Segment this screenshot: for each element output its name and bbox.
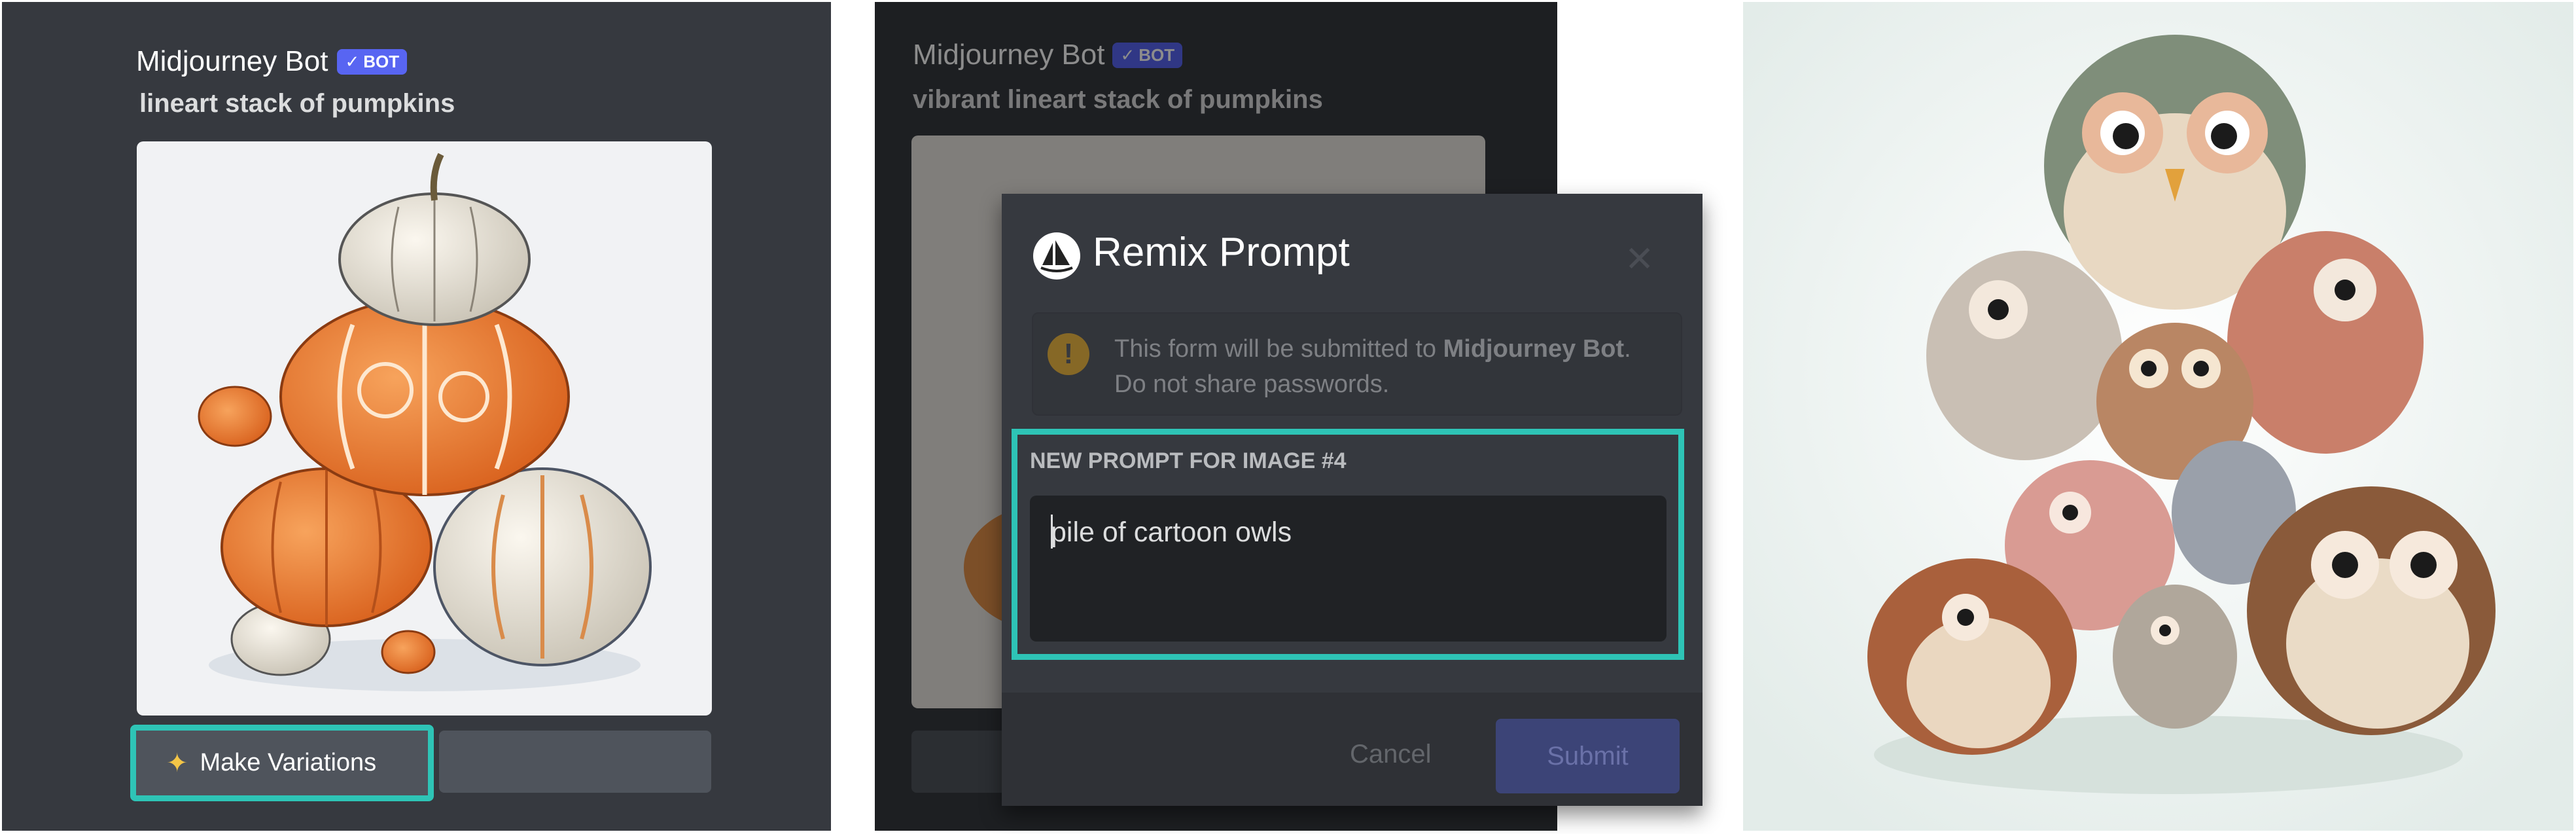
make-variations-label: Make Variations — [200, 749, 377, 776]
cancel-button[interactable]: Cancel — [1350, 740, 1432, 769]
close-icon[interactable]: ✕ — [1625, 238, 1654, 280]
new-prompt-field-group: NEW PROMPT FOR IMAGE #4 pile of cartoon … — [1012, 429, 1684, 660]
owl-pile-illustration — [1743, 2, 2573, 831]
field-label: NEW PROMPT FOR IMAGE #4 — [1030, 448, 1347, 473]
warning-icon: ! — [1048, 333, 1089, 375]
generated-image-pumpkins[interactable] — [137, 141, 712, 716]
generated-image-owls — [1743, 2, 2573, 831]
pumpkin-stack-illustration — [198, 153, 652, 691]
warning-text-suffix: . — [1624, 335, 1631, 363]
magic-wand-icon: ✦ — [166, 748, 188, 778]
bot-badge: ✓ BOT — [337, 48, 408, 75]
warning-box: ! This form will be submitted to Midjour… — [1032, 312, 1682, 416]
username[interactable]: Midjourney Bot — [136, 45, 328, 78]
check-icon: ✓ — [345, 51, 360, 71]
warning-text-bold: Midjourney Bot — [1443, 335, 1625, 363]
prompt-textarea[interactable]: pile of cartoon owls — [1030, 496, 1667, 642]
modal-title: Remix Prompt — [1093, 230, 1350, 275]
make-variations-button[interactable]: ✦ Make Variations — [130, 725, 434, 801]
remix-prompt-modal: Remix Prompt ✕ ! This form will be submi… — [1002, 194, 1703, 806]
warning-text-prefix: This form will be submitted to — [1114, 335, 1443, 363]
bot-badge-label: BOT — [363, 51, 400, 71]
modal-footer: Cancel Submit — [1002, 693, 1703, 806]
message-header: Midjourney Bot ✓ BOT — [136, 45, 408, 78]
midjourney-logo-icon — [1033, 232, 1080, 280]
submit-button[interactable]: Submit — [1496, 719, 1680, 793]
prompt-text: lineart stack of pumpkins — [139, 89, 455, 118]
warning-text-line2: Do not share passwords. — [1114, 371, 1390, 398]
prompt-input-value: pile of cartoon owls — [1051, 517, 1292, 548]
secondary-action-button[interactable] — [439, 731, 711, 793]
discord-message-panel: Midjourney Bot ✓ BOT lineart stack of pu… — [2, 2, 831, 831]
warning-text: This form will be submitted to Midjourne… — [1114, 331, 1631, 402]
